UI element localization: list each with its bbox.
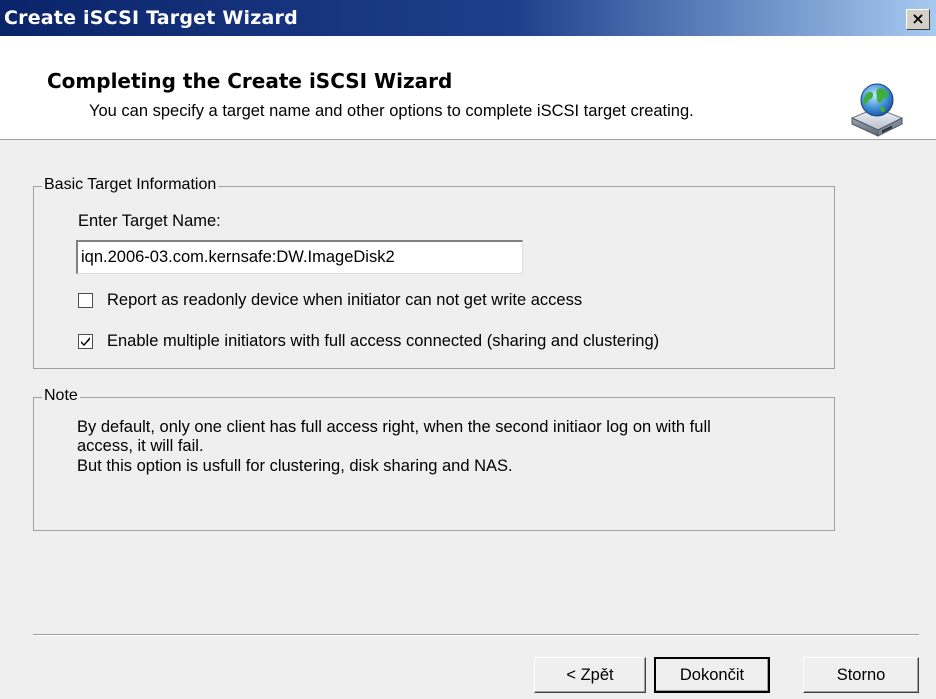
cancel-button[interactable]: Storno [803,657,919,693]
readonly-checkbox-label[interactable]: Report as readonly device when initiator… [107,291,582,310]
target-name-input[interactable] [76,240,523,274]
note-text-line1: By default, only one client has full acc… [77,418,711,436]
page-subtitle: You can specify a target name and other … [89,102,694,120]
finish-button[interactable]: Dokončit [654,657,770,693]
wizard-window: Create iSCSI Target Wizard × Completing … [0,0,936,699]
note-legend: Note [42,387,80,405]
note-text-line2: access, it will fail. [77,437,204,455]
basic-target-info-legend: Basic Target Information [42,176,219,194]
window-title: Create iSCSI Target Wizard [4,7,298,29]
note-text-line3: But this option is usfull for clustering… [77,457,513,475]
readonly-checkbox[interactable] [78,293,93,308]
disk-globe-icon [850,83,904,137]
footer-separator [33,634,919,636]
title-bar[interactable]: Create iSCSI Target Wizard × [0,0,936,36]
wizard-header: Completing the Create iSCSI Wizard You c… [0,36,936,140]
page-title: Completing the Create iSCSI Wizard [47,69,453,93]
back-button[interactable]: < Zpět [534,657,646,693]
target-name-label: Enter Target Name: [78,212,221,230]
close-button[interactable]: × [906,9,930,30]
multi-initiator-checkbox-label[interactable]: Enable multiple initiators with full acc… [107,332,659,351]
multi-initiator-checkbox[interactable] [78,334,93,349]
checkmark-icon [81,337,90,346]
